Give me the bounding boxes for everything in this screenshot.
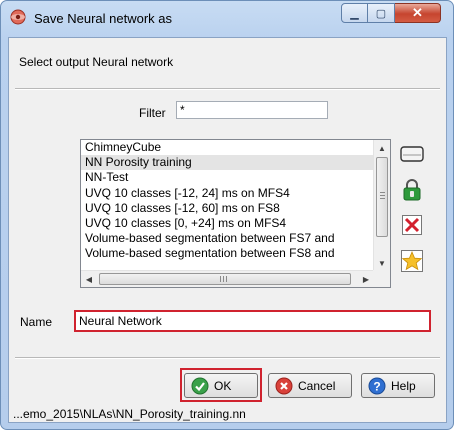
close-icon: ✕ xyxy=(412,5,423,20)
minimize-icon: ▁ xyxy=(350,7,359,20)
delete-button[interactable] xyxy=(399,213,425,237)
set-default-button[interactable] xyxy=(399,249,425,273)
status-path: ...emo_2015\NLAs\NN_Porosity_training.nn xyxy=(13,407,246,421)
lock-icon xyxy=(403,179,421,201)
maximize-icon: ▢ xyxy=(375,7,387,20)
help-label: Help xyxy=(391,378,416,393)
network-list[interactable]: ChimneyCube NN Porosity training NN-Test… xyxy=(80,139,391,288)
list-item[interactable]: UVQ 10 classes [-12, 24] ms on MFS4 xyxy=(81,186,374,201)
help-icon: ? xyxy=(368,377,386,394)
list-item[interactable]: UVQ 10 classes [-12, 60] ms on FS8 xyxy=(81,201,374,216)
help-button[interactable]: ? Help xyxy=(361,373,435,398)
rename-button[interactable] xyxy=(399,142,425,166)
svg-text:?: ? xyxy=(373,379,380,393)
list-items: ChimneyCube NN Porosity training NN-Test… xyxy=(81,140,374,271)
prompt-label: Select output Neural network xyxy=(19,55,174,69)
scroll-right-icon[interactable]: ▶ xyxy=(358,271,374,287)
app-icon xyxy=(10,9,26,25)
divider xyxy=(15,88,440,90)
maximize-button[interactable]: ▢ xyxy=(368,3,395,23)
scroll-up-icon[interactable]: ▲ xyxy=(374,140,390,156)
scroll-left-icon[interactable]: ◀ xyxy=(81,271,97,287)
cancel-button[interactable]: Cancel xyxy=(268,373,352,398)
cancel-icon xyxy=(275,377,293,394)
close-button[interactable]: ✕ xyxy=(395,3,441,23)
list-item[interactable]: Volume-based segmentation between FS8 an… xyxy=(81,246,374,261)
lock-button[interactable] xyxy=(399,178,425,202)
minimize-button[interactable]: ▁ xyxy=(341,3,368,23)
divider xyxy=(15,357,440,359)
filter-input[interactable] xyxy=(176,101,328,119)
name-input[interactable] xyxy=(74,310,431,332)
list-item-selected[interactable]: NN Porosity training xyxy=(81,155,374,171)
list-item[interactable]: NN-Test xyxy=(81,170,374,185)
star-icon xyxy=(401,250,423,272)
title-bar[interactable]: Save Neural network as ▁ ▢ ✕ xyxy=(1,1,453,37)
list-item[interactable]: ChimneyCube xyxy=(81,140,374,155)
vertical-scroll-thumb[interactable] xyxy=(376,157,388,237)
horizontal-scroll-thumb[interactable] xyxy=(99,273,351,285)
list-item[interactable]: Volume-based segmentation between FS7 an… xyxy=(81,231,374,246)
delete-icon xyxy=(402,215,422,235)
check-icon xyxy=(191,377,209,394)
ok-label: OK xyxy=(214,378,232,393)
filter-label: Filter xyxy=(139,106,166,120)
ok-button[interactable]: OK xyxy=(184,373,258,398)
cancel-label: Cancel xyxy=(298,378,336,393)
window-title: Save Neural network as xyxy=(34,11,173,26)
dialog-body: Select output Neural network Filter Chim… xyxy=(8,37,447,423)
rename-icon xyxy=(400,146,424,162)
name-label: Name xyxy=(20,315,53,329)
scroll-down-icon[interactable]: ▼ xyxy=(374,255,390,271)
scroll-corner xyxy=(373,270,390,287)
dialog-window: Save Neural network as ▁ ▢ ✕ Select outp… xyxy=(0,0,454,430)
vertical-scrollbar[interactable]: ▲ ▼ xyxy=(373,140,390,271)
list-item[interactable]: UVQ 10 classes [0, +24] ms on MFS4 xyxy=(81,216,374,231)
horizontal-scrollbar[interactable]: ◀ ▶ xyxy=(81,270,374,287)
caption-buttons: ▁ ▢ ✕ xyxy=(341,3,441,25)
